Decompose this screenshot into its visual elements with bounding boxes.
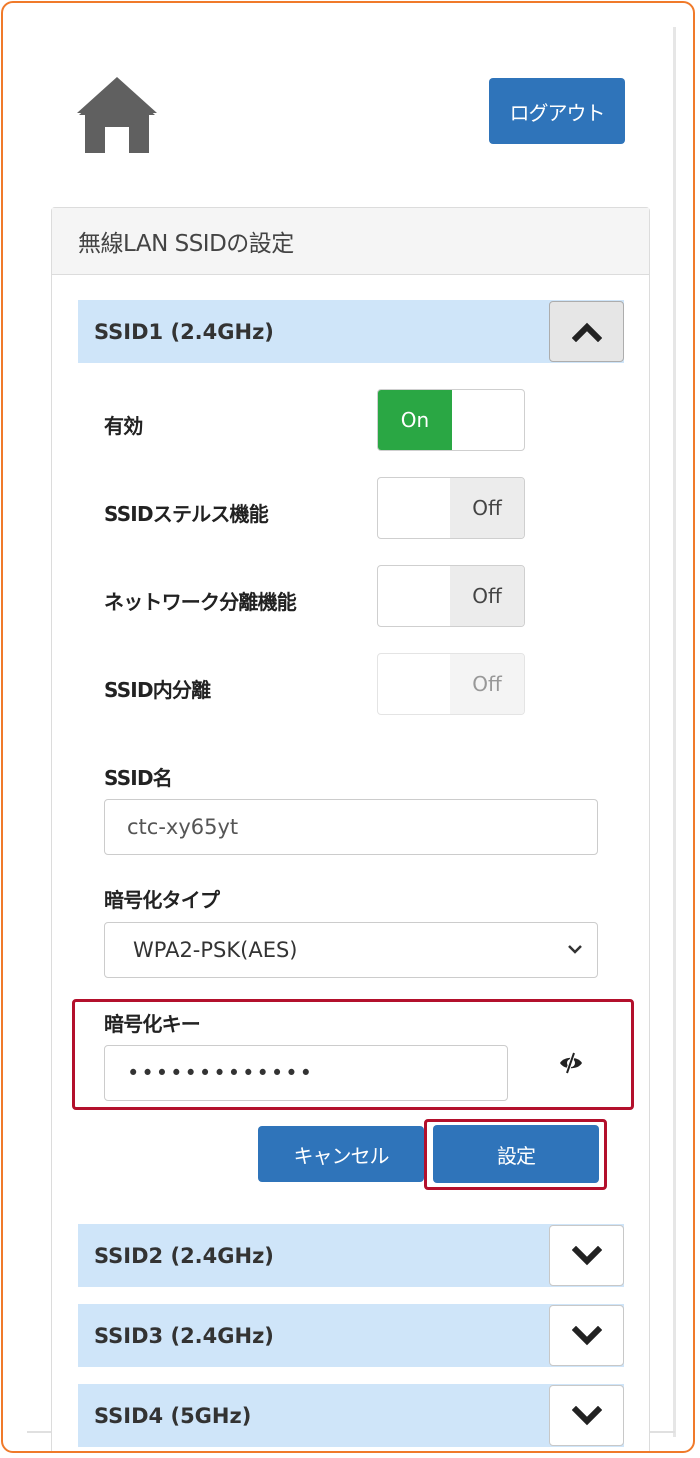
ssid4-expand-button[interactable] xyxy=(549,1385,624,1446)
eye-slash-icon[interactable] xyxy=(558,1050,584,1076)
encryption-type-value: WPA2-PSK(AES) xyxy=(133,938,298,962)
switch-off-label: Off xyxy=(450,566,524,626)
encryption-type-select[interactable]: WPA2-PSK(AES) xyxy=(104,922,598,978)
ssid2-header[interactable]: SSID2 (2.4GHz) xyxy=(78,1224,624,1287)
ssid-isolation-switch: Off xyxy=(377,653,525,715)
setting-label-network-isolation: ネットワーク分離機能 xyxy=(104,590,297,614)
ssid3-label: SSID3 (2.4GHz) xyxy=(94,1323,274,1348)
ssid-name-input[interactable] xyxy=(104,799,598,855)
cancel-button[interactable]: キャンセル xyxy=(258,1126,424,1182)
ssid4-label: SSID4 (5GHz) xyxy=(94,1403,252,1428)
ssid4-header[interactable]: SSID4 (5GHz) xyxy=(78,1384,624,1447)
setting-label-stealth: SSIDステルス機能 xyxy=(104,502,269,526)
switch-off-label: Off xyxy=(450,478,524,538)
ssid2-expand-button[interactable] xyxy=(549,1225,624,1286)
chevron-down-icon xyxy=(568,945,582,954)
stealth-switch[interactable]: Off xyxy=(377,477,525,539)
page-frame: ログアウト 無線LAN SSIDの設定 SSID1 (2.4GHz) 有効 On… xyxy=(1,1,695,1453)
panel-title: 無線LAN SSIDの設定 xyxy=(52,208,649,275)
encryption-key-input[interactable] xyxy=(104,1045,508,1101)
chevron-down-icon xyxy=(571,1245,602,1265)
chevron-up-icon xyxy=(571,322,602,342)
ssid3-header[interactable]: SSID3 (2.4GHz) xyxy=(78,1304,624,1367)
ssid1-header[interactable]: SSID1 (2.4GHz) xyxy=(78,300,624,363)
enabled-switch[interactable]: On xyxy=(377,389,525,451)
home-icon[interactable] xyxy=(75,75,159,155)
ssid3-expand-button[interactable] xyxy=(549,1305,624,1366)
ssid-name-label: SSID名 xyxy=(104,766,173,790)
ssid1-label: SSID1 (2.4GHz) xyxy=(94,319,274,344)
chevron-down-icon xyxy=(571,1405,602,1425)
scrollbar[interactable] xyxy=(673,27,676,1437)
ssid-settings-panel: 無線LAN SSIDの設定 SSID1 (2.4GHz) 有効 On SSIDス… xyxy=(51,207,650,1451)
switch-on-label: On xyxy=(378,390,452,450)
switch-off-label: Off xyxy=(450,654,524,714)
setting-label-ssid-isolation: SSID内分離 xyxy=(104,678,211,702)
setting-label-enabled: 有効 xyxy=(104,414,143,438)
ssid2-label: SSID2 (2.4GHz) xyxy=(94,1243,274,1268)
logout-button[interactable]: ログアウト xyxy=(489,78,625,144)
ssid1-collapse-button[interactable] xyxy=(549,301,624,362)
save-button[interactable]: 設定 xyxy=(433,1125,599,1183)
network-isolation-switch[interactable]: Off xyxy=(377,565,525,627)
encryption-type-label: 暗号化タイプ xyxy=(104,888,220,912)
encryption-key-label: 暗号化キー xyxy=(104,1012,201,1036)
chevron-down-icon xyxy=(571,1325,602,1345)
